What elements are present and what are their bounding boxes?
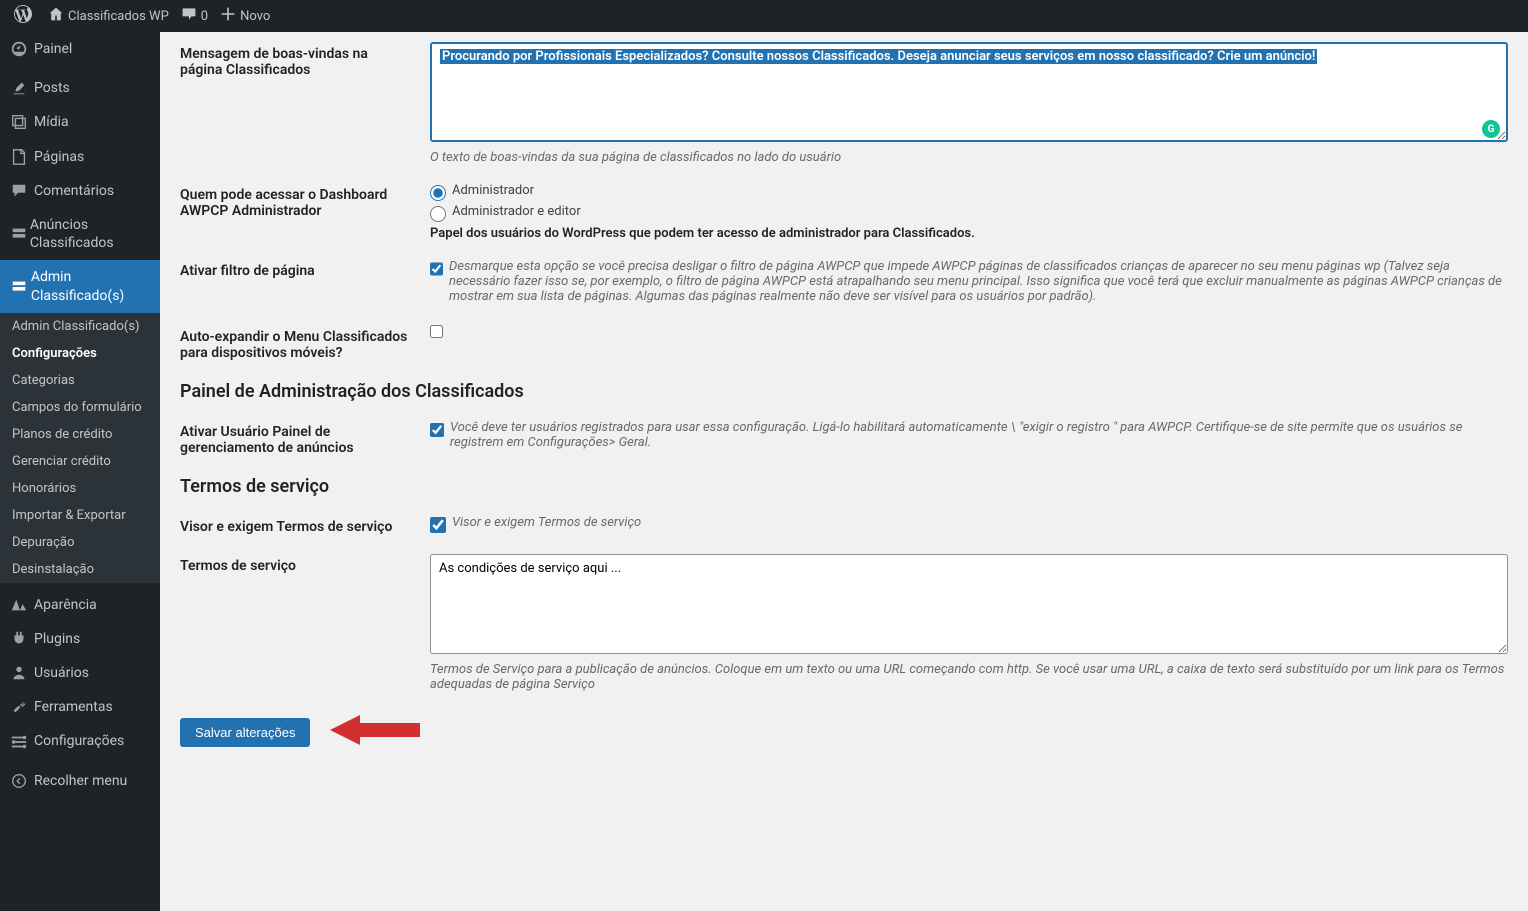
- grammarly-icon: G: [1482, 120, 1500, 138]
- autoexpand-checkbox[interactable]: [430, 325, 443, 338]
- tos-desc: Termos de Serviço para a publicação de a…: [430, 662, 1508, 692]
- menu-label: Páginas: [34, 148, 84, 166]
- tos-require-text: Visor e exigem Termos de serviço: [452, 515, 641, 530]
- tos-heading: Termos de serviço: [180, 476, 1508, 497]
- menu-anuncios[interactable]: Anúncios Classificados: [0, 208, 160, 260]
- users-icon: [10, 664, 34, 682]
- menu-label: Ferramentas: [34, 698, 113, 716]
- menu-midia[interactable]: Mídia: [0, 105, 160, 139]
- comment-icon: [181, 6, 197, 26]
- access-desc: Papel dos usuários do WordPress que pode…: [430, 226, 1508, 241]
- submenu-desinstalacao[interactable]: Desinstalação: [0, 556, 160, 583]
- menu-label: Painel: [34, 40, 72, 58]
- menu-label: Posts: [34, 79, 70, 97]
- filter-desc: Desmarque esta opção se você precisa des…: [449, 259, 1508, 304]
- dashboard-icon: [10, 40, 34, 58]
- wp-logo[interactable]: [8, 0, 42, 32]
- new-label: Novo: [240, 9, 270, 24]
- page-icon: [10, 148, 34, 166]
- arrow-annotation: [330, 710, 420, 754]
- tos-textarea[interactable]: [430, 554, 1508, 654]
- access-label: Quem pode acessar o Dashboard AWPCP Admi…: [180, 183, 430, 219]
- submenu-admin-class: Admin Classificado(s) Configurações Cate…: [0, 313, 160, 583]
- menu-paginas[interactable]: Páginas: [0, 140, 160, 174]
- filter-label: Ativar filtro de página: [180, 259, 430, 279]
- submenu-importar[interactable]: Importar & Exportar: [0, 502, 160, 529]
- tools-icon: [10, 698, 34, 716]
- menu-painel[interactable]: Painel: [0, 32, 160, 66]
- userpanel-desc: Você deve ter usuários registrados para …: [450, 420, 1508, 450]
- menu-usuarios[interactable]: Usuários: [0, 656, 160, 690]
- admin-toolbar: Classificados WP 0 Novo: [0, 0, 1528, 32]
- tos-require-checkbox[interactable]: [430, 517, 446, 533]
- menu-aparencia[interactable]: Aparência: [0, 588, 160, 622]
- admin-sidebar: Painel Posts Mídia Páginas Comentários A…: [0, 32, 160, 911]
- main-content: Mensagem de boas-vindas na página Classi…: [160, 32, 1528, 911]
- access-radio-editor[interactable]: [430, 206, 446, 222]
- comment-icon: [10, 182, 34, 200]
- menu-label: Configurações: [34, 732, 124, 750]
- submenu-campos[interactable]: Campos do formulário: [0, 394, 160, 421]
- comment-count: 0: [201, 9, 208, 24]
- plugin-icon: [10, 630, 34, 648]
- menu-label: Admin Classificado(s): [31, 268, 150, 304]
- menu-label: Plugins: [34, 630, 80, 648]
- anuncios-icon: [10, 225, 30, 243]
- menu-configuracoes[interactable]: Configurações: [0, 724, 160, 758]
- media-icon: [10, 113, 34, 131]
- submenu-honorarios[interactable]: Honorários: [0, 475, 160, 502]
- tos-require-label: Visor e exigem Termos de serviço: [180, 515, 430, 535]
- menu-plugins[interactable]: Plugins: [0, 622, 160, 656]
- menu-label: Mídia: [34, 113, 69, 131]
- save-button[interactable]: Salvar alterações: [180, 718, 310, 747]
- menu-label: Comentários: [34, 182, 114, 200]
- userpanel-label: Ativar Usuário Painel de gerenciamento d…: [180, 420, 430, 456]
- menu-comentarios[interactable]: Comentários: [0, 174, 160, 208]
- submenu-planos[interactable]: Planos de crédito: [0, 421, 160, 448]
- tos-label: Termos de serviço: [180, 554, 430, 574]
- home-icon: [48, 6, 64, 26]
- appearance-icon: [10, 596, 34, 614]
- access-radio-admin[interactable]: [430, 185, 446, 201]
- settings-icon: [10, 733, 34, 751]
- welcome-desc: O texto de boas-vindas da sua página de …: [430, 150, 1508, 165]
- plus-icon: [220, 6, 236, 26]
- wordpress-icon: [14, 5, 32, 27]
- site-name: Classificados WP: [68, 9, 169, 24]
- autoexpand-label: Auto-expandir o Menu Classificados para …: [180, 325, 430, 361]
- site-link[interactable]: Classificados WP: [42, 0, 175, 32]
- menu-label: Recolher menu: [34, 772, 127, 790]
- collapse-icon: [10, 772, 34, 790]
- comments-link[interactable]: 0: [175, 0, 214, 32]
- access-opt1: Administrador: [452, 183, 534, 198]
- menu-label: Aparência: [34, 596, 97, 614]
- submenu-gerenciar[interactable]: Gerenciar crédito: [0, 448, 160, 475]
- menu-posts[interactable]: Posts: [0, 71, 160, 105]
- welcome-label: Mensagem de boas-vindas na página Classi…: [180, 42, 430, 78]
- userpanel-checkbox[interactable]: [430, 422, 444, 438]
- menu-admin-classificados[interactable]: Admin Classificado(s): [0, 260, 160, 312]
- submenu-configuracoes[interactable]: Configurações: [0, 340, 160, 367]
- filter-checkbox[interactable]: [430, 261, 443, 277]
- menu-label: Usuários: [34, 664, 89, 682]
- panel-heading: Painel de Administração dos Classificado…: [180, 381, 1508, 402]
- menu-recolher[interactable]: Recolher menu: [0, 764, 160, 798]
- submenu-categorias[interactable]: Categorias: [0, 367, 160, 394]
- menu-ferramentas[interactable]: Ferramentas: [0, 690, 160, 724]
- welcome-textarea[interactable]: [430, 42, 1508, 142]
- access-opt2: Administrador e editor: [452, 204, 581, 219]
- new-content[interactable]: Novo: [214, 0, 276, 32]
- pin-icon: [10, 79, 34, 97]
- admin-class-icon: [10, 278, 31, 296]
- menu-label: Anúncios Classificados: [30, 216, 150, 252]
- submenu-depuracao[interactable]: Depuração: [0, 529, 160, 556]
- submenu-admin[interactable]: Admin Classificado(s): [0, 313, 160, 340]
